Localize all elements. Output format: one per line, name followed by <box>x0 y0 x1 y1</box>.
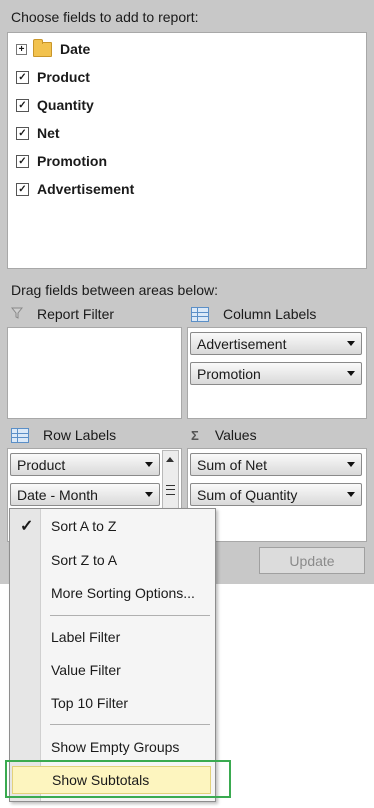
context-menu: ✓ Sort A to Z Sort Z to A More Sorting O… <box>9 508 216 802</box>
values-text: Values <box>214 427 257 443</box>
checkbox[interactable]: ✓ <box>16 70 29 84</box>
field-item-promotion[interactable]: ✓ Promotion <box>16 150 107 172</box>
menu-item-sort-z-to-a[interactable]: Sort Z to A <box>10 546 215 574</box>
checkbox[interactable]: ✓ <box>16 98 29 112</box>
column-labels-label: Column Labels <box>191 306 316 322</box>
column-labels-text: Column Labels <box>223 306 317 322</box>
field-label: Product <box>37 69 90 85</box>
checkbox[interactable]: ✓ <box>16 182 29 196</box>
dropdown-arrow-icon[interactable] <box>347 371 355 376</box>
grid-icon <box>191 306 209 322</box>
drag-fields-heading: Drag fields between areas below: <box>11 282 219 298</box>
pill-label: Promotion <box>197 365 261 382</box>
update-button[interactable]: Update <box>259 547 365 574</box>
menu-item-sort-a-to-z[interactable]: ✓ Sort A to Z <box>10 512 215 540</box>
report-filter-area[interactable] <box>7 327 182 419</box>
field-item-quantity[interactable]: ✓ Quantity <box>16 94 94 116</box>
menu-item-top-10-filter[interactable]: Top 10 Filter <box>10 689 215 717</box>
dropdown-arrow-icon[interactable] <box>145 492 153 497</box>
pill-label: Date - Month <box>17 486 98 503</box>
field-label: Advertisement <box>37 181 135 197</box>
row-field-product[interactable]: Product <box>10 453 160 476</box>
scroll-up-icon[interactable] <box>166 457 174 462</box>
pill-label: Sum of Net <box>197 456 268 473</box>
pill-label: Product <box>17 456 66 473</box>
pill-label: Sum of Quantity <box>197 486 298 503</box>
menu-separator <box>50 615 210 616</box>
menu-item-label: Sort Z to A <box>51 552 118 568</box>
row-labels-scrollbar[interactable] <box>162 450 179 510</box>
dropdown-arrow-icon[interactable] <box>347 492 355 497</box>
field-label: Promotion <box>37 153 107 169</box>
checkbox[interactable]: ✓ <box>16 126 29 140</box>
column-field-advertisement[interactable]: Advertisement <box>190 332 362 355</box>
highlight-annotation-box <box>5 760 231 798</box>
row-field-date-month[interactable]: Date - Month <box>10 483 160 506</box>
menu-item-more-sorting-options[interactable]: More Sorting Options... <box>10 579 215 607</box>
field-label: Quantity <box>37 97 94 113</box>
checkmark-icon: ✓ <box>20 518 34 535</box>
pivot-field-list-panel: Choose fields to add to report: + Date ✓… <box>0 0 374 584</box>
dropdown-arrow-icon[interactable] <box>347 462 355 467</box>
dropdown-arrow-icon[interactable] <box>347 341 355 346</box>
menu-separator <box>50 724 210 725</box>
scroll-thumb[interactable] <box>166 485 175 495</box>
value-field-sum-of-quantity[interactable]: Sum of Quantity <box>190 483 362 506</box>
choose-fields-heading: Choose fields to add to report: <box>11 9 199 25</box>
pill-label: Advertisement <box>197 335 287 352</box>
menu-item-label: Show Empty Groups <box>51 739 180 755</box>
field-item-date[interactable]: + Date <box>16 38 90 60</box>
checkbox[interactable]: ✓ <box>16 154 29 168</box>
menu-item-label: More Sorting Options... <box>51 585 195 601</box>
field-item-product[interactable]: ✓ Product <box>16 66 90 88</box>
row-labels-text: Row Labels <box>43 427 117 443</box>
menu-item-label: Value Filter <box>51 662 121 678</box>
report-filter-label: Report Filter <box>10 306 115 322</box>
menu-item-label-filter[interactable]: Label Filter <box>10 623 215 651</box>
menu-item-label: Label Filter <box>51 629 121 645</box>
value-field-sum-of-net[interactable]: Sum of Net <box>190 453 362 476</box>
menu-item-label: Top 10 Filter <box>51 695 129 711</box>
menu-item-show-empty-groups[interactable]: Show Empty Groups <box>10 733 215 761</box>
row-labels-label: Row Labels <box>11 427 116 443</box>
grid-icon <box>11 427 29 443</box>
report-filter-text: Report Filter <box>37 306 115 322</box>
filter-icon <box>10 307 24 322</box>
field-label: Net <box>37 125 60 141</box>
menu-item-label: Sort A to Z <box>51 518 117 534</box>
field-item-advertisement[interactable]: ✓ Advertisement <box>16 178 134 200</box>
dropdown-arrow-icon[interactable] <box>145 462 153 467</box>
field-item-net[interactable]: ✓ Net <box>16 122 60 144</box>
folder-icon <box>33 38 52 57</box>
menu-item-value-filter[interactable]: Value Filter <box>10 656 215 684</box>
column-labels-area[interactable]: Advertisement Promotion <box>187 327 367 419</box>
expand-icon[interactable]: + <box>16 43 27 55</box>
field-label: Date <box>60 41 91 57</box>
field-list: + Date ✓ Product ✓ Quantity ✓ Net ✓ Prom… <box>7 32 367 269</box>
column-field-promotion[interactable]: Promotion <box>190 362 362 385</box>
values-label: Σ Values <box>191 427 257 443</box>
sigma-icon: Σ <box>191 427 199 443</box>
